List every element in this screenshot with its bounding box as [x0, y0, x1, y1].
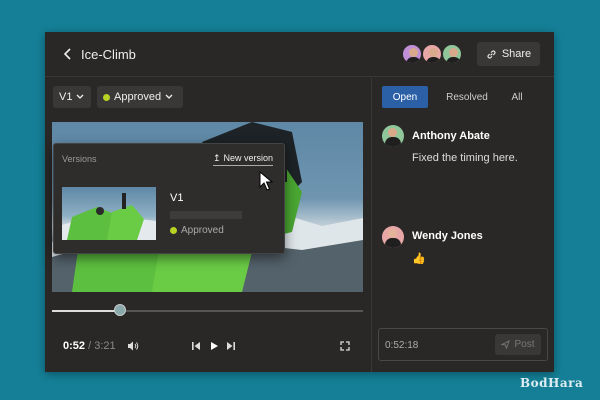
tab-open[interactable]: Open — [382, 86, 428, 108]
version-status: Approved — [170, 225, 224, 236]
versions-heading: Versions — [62, 154, 97, 164]
tab-all[interactable]: All — [504, 86, 530, 108]
status-dropdown-label: Approved — [114, 91, 162, 103]
player-pane: V1 Approved 0:52 / 3:21 Versions ↥ New v… — [45, 78, 370, 372]
chevron-down-icon — [77, 94, 84, 99]
upload-icon: ↥ — [213, 153, 221, 163]
version-status-label: Approved — [181, 225, 224, 236]
ice-climb-thumbnail-image — [62, 193, 156, 240]
new-version-label: New version — [223, 153, 274, 163]
time-readout: 0:52 / 3:21 — [63, 340, 116, 352]
comment-author: Wendy Jones — [412, 230, 483, 242]
play-icon[interactable] — [209, 341, 219, 351]
status-dot-icon — [170, 227, 177, 234]
version-thumbnail[interactable] — [62, 187, 156, 240]
avatar[interactable] — [421, 43, 443, 65]
next-frame-icon[interactable] — [226, 341, 236, 351]
comment-composer[interactable]: 0:52:18 Post — [378, 328, 548, 361]
post-label: Post — [514, 339, 535, 350]
review-app-window: Ice-Climb Share V1 Approved 0:52 / 3:21 … — [45, 32, 554, 372]
page-title: Ice-Climb — [81, 47, 136, 62]
header-bar: Ice-Climb Share — [45, 32, 554, 77]
current-time: 0:52 — [63, 340, 86, 352]
scrub-bar[interactable] — [52, 304, 363, 316]
avatar[interactable] — [401, 43, 423, 65]
status-dot-icon — [103, 93, 110, 101]
avatar[interactable] — [382, 226, 404, 248]
time-separator: / — [88, 340, 92, 352]
version-title: V1 — [170, 192, 184, 204]
avatar[interactable] — [441, 43, 463, 65]
link-icon — [487, 49, 496, 59]
back-chevron-icon[interactable] — [61, 46, 75, 62]
comments-pane: Open Resolved All Anthony Abate Fixed th… — [371, 78, 554, 372]
versions-popover: Versions ↥ New version V1 Approved — [53, 143, 285, 254]
watermark-text: BodHara — [520, 376, 584, 390]
avatar[interactable] — [382, 125, 404, 147]
chevron-down-icon — [165, 94, 173, 99]
comment-marker-avatar[interactable] — [114, 304, 127, 316]
comment-text: Fixed the timing here. — [412, 152, 518, 164]
watermark-logo: BodHara — [520, 376, 583, 390]
comment-author: Anthony Abate — [412, 130, 490, 142]
status-dropdown[interactable]: Approved — [97, 86, 183, 108]
send-icon — [501, 340, 511, 349]
version-detail-placeholder — [170, 211, 242, 219]
new-version-button[interactable]: ↥ New version — [213, 153, 274, 166]
fullscreen-icon[interactable] — [340, 341, 350, 351]
version-dropdown-label: V1 — [59, 91, 73, 103]
previous-frame-icon[interactable] — [191, 341, 201, 351]
tab-resolved[interactable]: Resolved — [440, 86, 494, 108]
total-time: 3:21 — [94, 340, 116, 352]
comment-text: 👍 — [412, 253, 426, 265]
share-button[interactable]: Share — [477, 42, 540, 66]
volume-icon[interactable] — [127, 341, 139, 351]
post-button[interactable]: Post — [495, 334, 541, 355]
version-dropdown[interactable]: V1 — [53, 86, 91, 108]
composer-timestamp: 0:52:18 — [385, 340, 419, 351]
mouse-cursor-icon — [259, 171, 273, 191]
scrub-progress — [52, 310, 121, 312]
share-label: Share — [501, 48, 532, 60]
